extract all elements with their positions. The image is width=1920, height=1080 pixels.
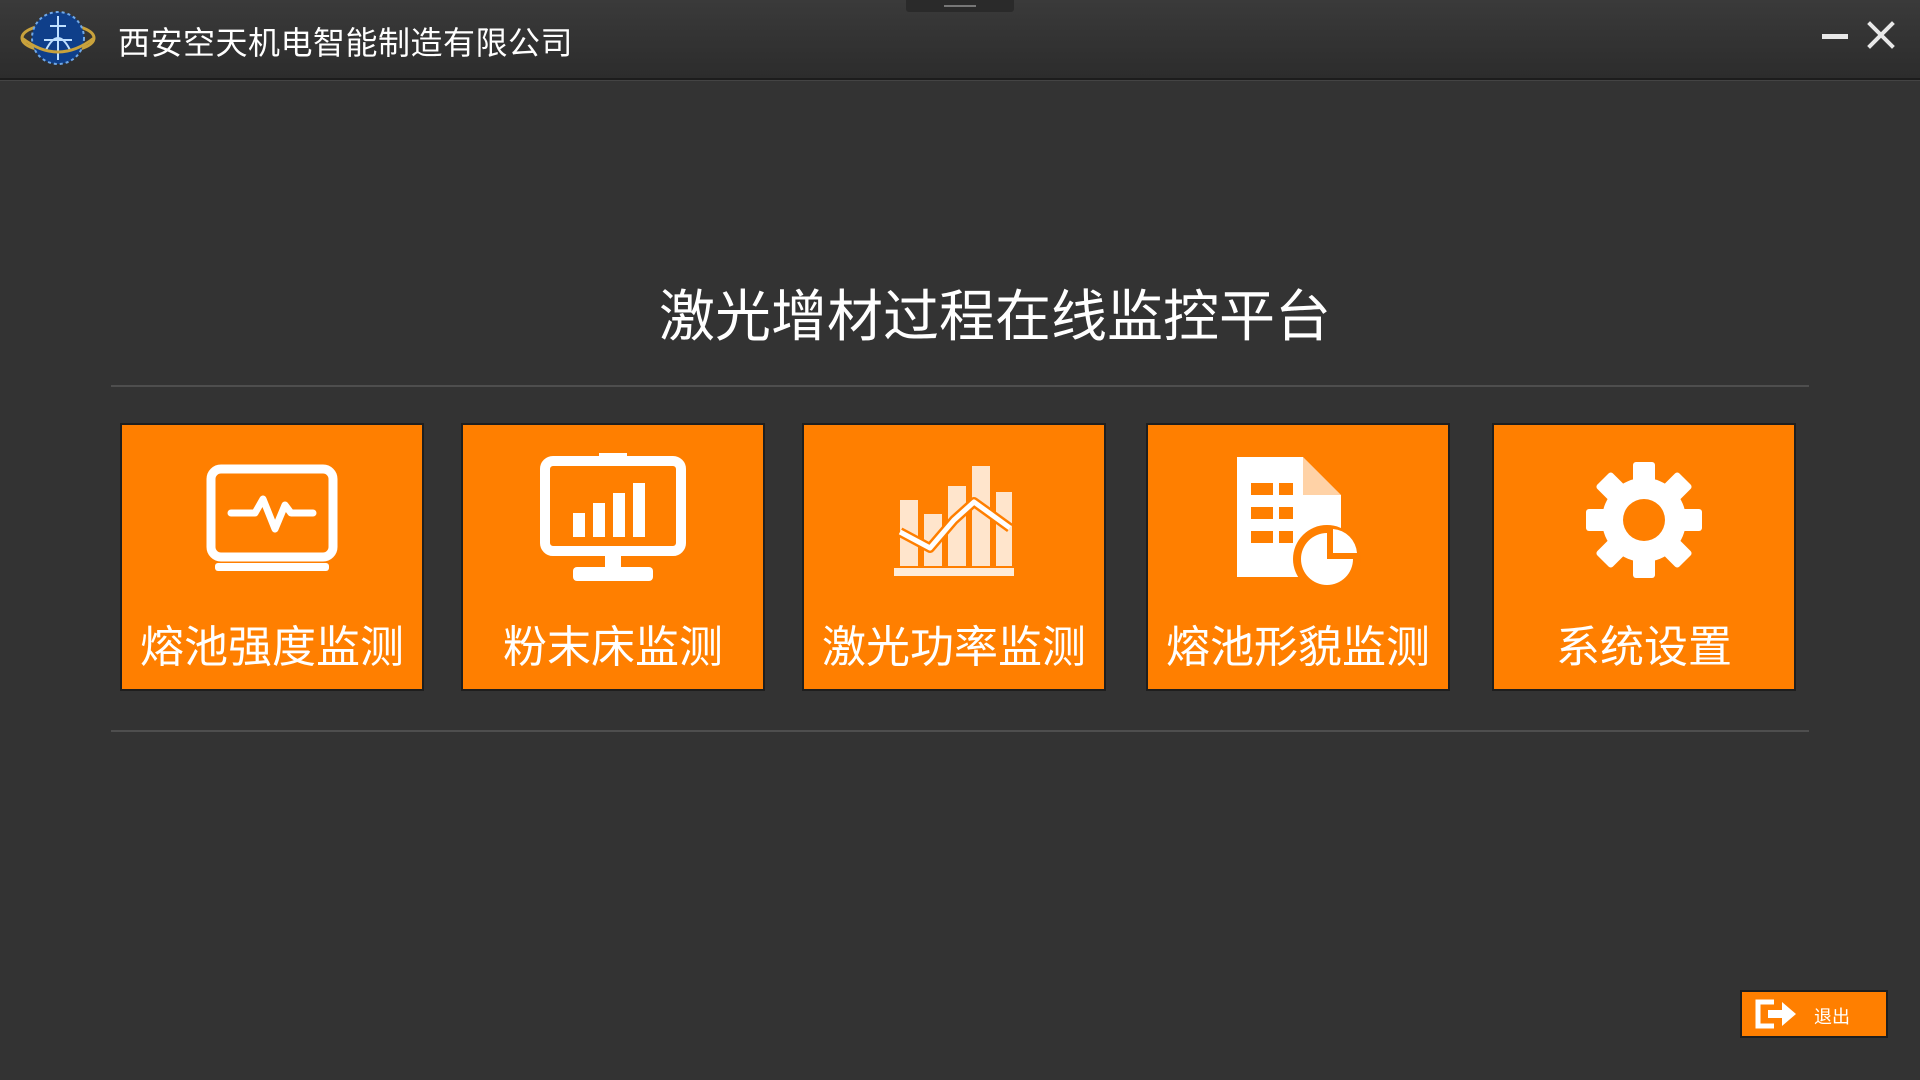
exit-label: 退出 <box>1814 1007 1850 1028</box>
tile-system-settings[interactable]: 系统设置 <box>1492 423 1796 691</box>
tile-melt-pool-intensity[interactable]: 熔池强度监测 <box>120 423 424 691</box>
company-logo-icon <box>20 6 100 70</box>
tile-label: 粉末床监测 <box>503 622 723 673</box>
page-title: 激光增材过程在线监控平台 <box>659 285 1331 350</box>
monitor-pulse-icon <box>122 455 422 585</box>
tile-label: 激光功率监测 <box>822 622 1086 673</box>
document-pie-icon <box>1148 455 1448 585</box>
divider-top <box>111 385 1809 387</box>
minimize-icon[interactable] <box>1818 18 1852 52</box>
monitor-bar-chart-icon <box>463 453 763 585</box>
tile-label: 熔池强度监测 <box>140 622 404 673</box>
title-bar: 西安空天机电智能制造有限公司 <box>0 0 1920 80</box>
tile-label: 系统设置 <box>1556 622 1732 673</box>
exit-icon <box>1754 998 1798 1030</box>
bar-line-chart-icon <box>804 455 1104 585</box>
drag-handle[interactable] <box>906 0 1014 12</box>
close-icon[interactable] <box>1864 18 1898 52</box>
tile-powder-bed[interactable]: 粉末床监测 <box>461 423 765 691</box>
exit-button[interactable]: 退出 <box>1740 990 1888 1038</box>
tile-laser-power[interactable]: 激光功率监测 <box>802 423 1106 691</box>
tile-melt-pool-morphology[interactable]: 熔池形貌监测 <box>1146 423 1450 691</box>
divider-bottom <box>111 730 1809 732</box>
gear-icon <box>1494 455 1794 585</box>
tile-label: 熔池形貌监测 <box>1166 622 1430 673</box>
company-name: 西安空天机电智能制造有限公司 <box>118 24 574 62</box>
